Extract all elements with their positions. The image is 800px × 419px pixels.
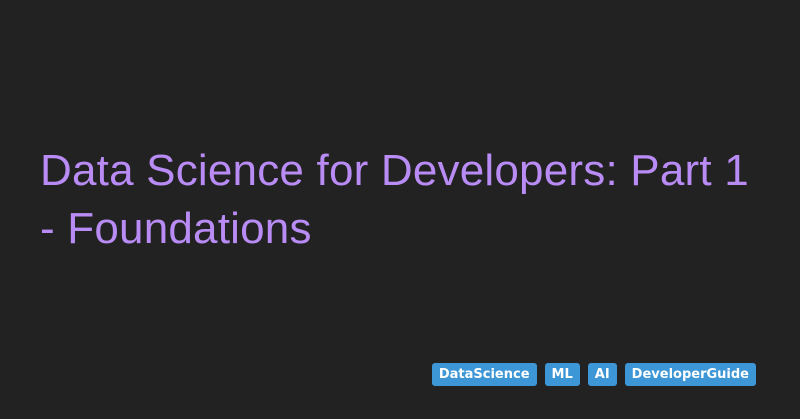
tag-ai[interactable]: AI bbox=[587, 363, 617, 386]
tag-ml[interactable]: ML bbox=[544, 363, 580, 386]
tag-datascience[interactable]: DataScience bbox=[431, 363, 537, 386]
tag-developerguide[interactable]: DeveloperGuide bbox=[624, 363, 756, 386]
page-title: Data Science for Developers: Part 1 - Fo… bbox=[40, 146, 749, 253]
tag-list: DataScience ML AI DeveloperGuide bbox=[431, 363, 756, 386]
